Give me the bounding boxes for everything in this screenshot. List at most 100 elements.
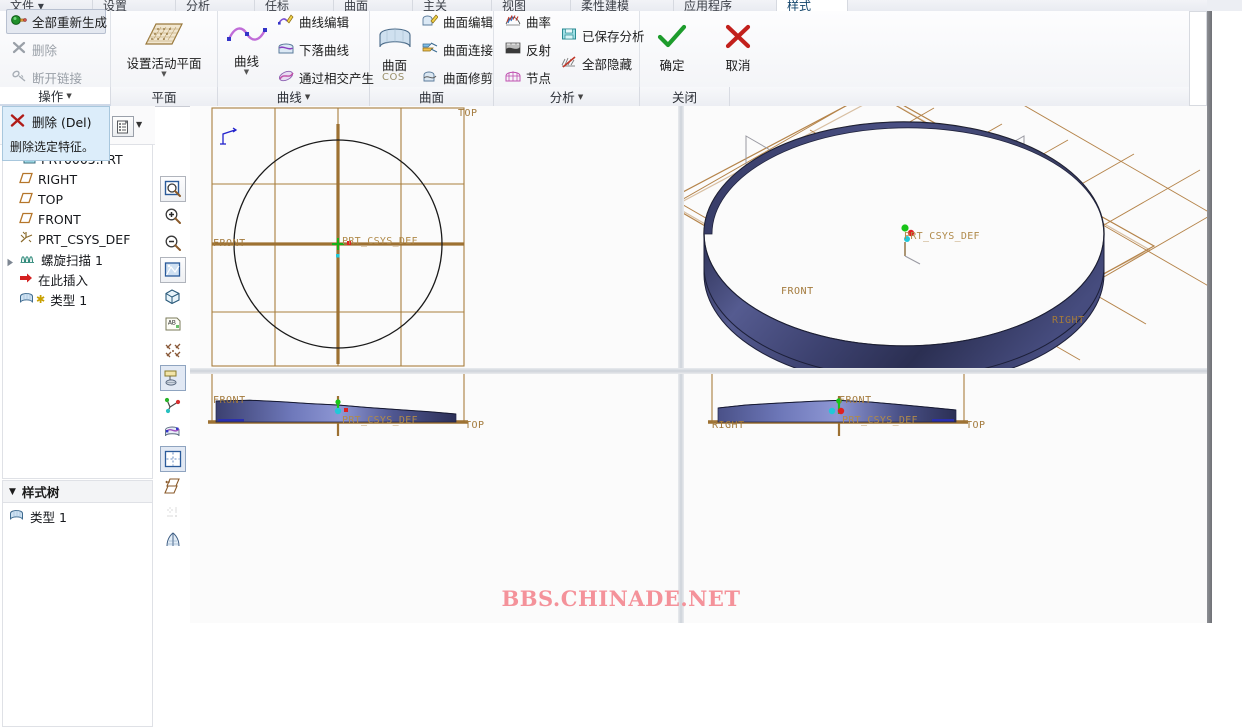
group-label-curve[interactable]: 曲线 ▼ bbox=[218, 87, 370, 106]
active-plane-toolbar-button[interactable] bbox=[160, 365, 186, 391]
style-tree-header[interactable]: ▼ 样式树 bbox=[2, 480, 153, 502]
break-link-icon bbox=[11, 69, 27, 85]
surface-mesh-button[interactable] bbox=[160, 527, 186, 553]
drop-curve-label: 下落曲线 bbox=[299, 42, 350, 58]
curve-display-button[interactable] bbox=[160, 419, 186, 445]
reflection-button[interactable]: 反射 bbox=[500, 37, 556, 62]
vertical-scrollbar[interactable] bbox=[1207, 0, 1212, 623]
chevron-down-icon[interactable]: ▼ bbox=[66, 92, 71, 100]
cancel-label: 取消 bbox=[725, 58, 751, 73]
regenerate-all-button[interactable]: 全部重新生成 bbox=[6, 8, 107, 34]
isometric-label-right: RIGHT bbox=[1052, 315, 1085, 326]
ribbon-toolbar: 全部重新生成 删除 断开链接 设置活动平面 ▼ 曲线 ▼ 曲线编辑 下落曲线 通… bbox=[0, 8, 1242, 90]
tooltip-body: 删除选定特征。 bbox=[10, 140, 95, 154]
surface-connect-label: 曲面连接 bbox=[443, 42, 494, 58]
annotation-display-button[interactable]: AB bbox=[160, 311, 186, 337]
repaint-button[interactable] bbox=[160, 257, 186, 283]
group-label-plane[interactable]: 平面 bbox=[111, 87, 218, 106]
viewport-top-view[interactable]: TOP FRONT PRT_CSYS_DEF bbox=[190, 106, 678, 368]
tree-row-helical-sweep[interactable]: 螺旋扫描 1 bbox=[3, 249, 152, 269]
front-view-label-csys: PRT_CSYS_DEF bbox=[342, 415, 418, 426]
set-active-plane-button[interactable]: 设置活动平面 ▼ bbox=[117, 21, 211, 78]
curve-by-intersect-icon bbox=[278, 69, 294, 86]
node-button[interactable]: 节点 bbox=[500, 65, 556, 90]
isometric-label-front: FRONT bbox=[781, 286, 814, 297]
curve-button[interactable]: 曲线 ▼ bbox=[224, 23, 269, 76]
tree-row-insert-here[interactable]: 在此插入 bbox=[3, 269, 152, 289]
ribbon-group-analysis: 曲率 反射 节点 已保存分析 全部隐藏 bbox=[494, 9, 645, 90]
viewport-isometric-view[interactable]: PRT_CSYS_DEF FRONT RIGHT bbox=[684, 106, 1207, 368]
curvature-button[interactable]: 曲率 bbox=[500, 9, 556, 34]
zoom-area-button[interactable] bbox=[160, 176, 186, 202]
tree-row-csys[interactable]: PRT_CSYS_DEF bbox=[3, 229, 152, 249]
tree-row-front-label: FRONT bbox=[38, 211, 81, 227]
reflection-label: 反射 bbox=[526, 42, 552, 58]
collapse-caret-icon[interactable]: ▼ bbox=[9, 487, 16, 497]
plane-offset-button[interactable] bbox=[160, 473, 186, 499]
menu-item-style[interactable]: 样式 bbox=[777, 0, 848, 11]
surface-connect-button[interactable]: 曲面连接 bbox=[417, 37, 493, 62]
tree-row-right-plane[interactable]: RIGHT bbox=[3, 169, 152, 189]
tree-settings-button[interactable] bbox=[112, 116, 134, 137]
graphics-area[interactable]: TOP FRONT PRT_CSYS_DEF PRT_CSYS_DEF FRON… bbox=[190, 106, 1207, 623]
surface-button[interactable]: 曲面 bbox=[376, 25, 413, 74]
menu-item-flexible-modeling[interactable]: 柔性建模 bbox=[571, 0, 674, 11]
group-label-analysis-text: 分析 bbox=[549, 90, 575, 105]
top-right-panel bbox=[1207, 0, 1242, 11]
set-active-plane-menu-arrow[interactable]: ▼ bbox=[161, 71, 166, 78]
group-label-close[interactable]: 关闭 bbox=[640, 87, 730, 106]
group-label-analysis[interactable]: 分析 ▼ bbox=[494, 87, 640, 106]
tooltip-title: 删除 (Del) bbox=[32, 115, 92, 130]
tree-settings-icon bbox=[117, 119, 129, 133]
model-tree-panel: ▼ PRT0005.PRT bbox=[0, 106, 155, 727]
curvature-label: 曲率 bbox=[526, 14, 552, 30]
ribbon-scroll-strip[interactable] bbox=[1189, 11, 1207, 106]
curve-by-intersect-button[interactable]: 通过相交产生 COS bbox=[273, 65, 404, 90]
display-style-button[interactable] bbox=[160, 284, 186, 310]
grid-display-button[interactable] bbox=[160, 446, 186, 472]
zoom-in-button[interactable] bbox=[160, 203, 186, 229]
tree-row-insert-here-label: 在此插入 bbox=[38, 272, 89, 288]
viewport-divider-vertical[interactable] bbox=[678, 106, 684, 623]
chevron-down-icon[interactable]: ▼ bbox=[305, 93, 310, 101]
tree-row-top-plane[interactable]: TOP bbox=[3, 189, 152, 209]
delete-button[interactable]: 删除 bbox=[6, 37, 106, 62]
surface-trim-button[interactable]: 曲面修剪 bbox=[417, 65, 493, 90]
csys-display-button[interactable] bbox=[160, 392, 186, 418]
group-label-filler bbox=[730, 87, 1242, 106]
active-plane-icon bbox=[144, 21, 184, 52]
curve-edit-button[interactable]: 曲线编辑 bbox=[273, 9, 363, 34]
isometric-label-csys: PRT_CSYS_DEF bbox=[904, 231, 980, 242]
menu-item-applications[interactable]: 应用程序 bbox=[674, 0, 777, 11]
tree-settings-caret-icon[interactable]: ▼ bbox=[136, 120, 142, 129]
menu-item-analysis[interactable]: 分析 bbox=[176, 0, 255, 11]
style-tree-row[interactable]: 类型 1 bbox=[3, 506, 152, 526]
display-style-icon bbox=[165, 289, 180, 305]
style-type-icon bbox=[9, 508, 25, 524]
saved-analysis-button[interactable]: 已保存分析 bbox=[556, 23, 645, 48]
creo-style-modeling-window: 文件 ▾ 设置 分析 任标 曲面 主关 视图 柔性建模 应用程序 样式 全部重新… bbox=[0, 0, 1242, 727]
surface-trim-label: 曲面修剪 bbox=[443, 70, 494, 86]
active-plane-toolbar-icon bbox=[164, 370, 177, 386]
curve-menu-arrow[interactable]: ▼ bbox=[244, 69, 249, 76]
right-view-label-right: RIGHT bbox=[712, 420, 745, 431]
group-label-operations[interactable]: 操作 ▼ bbox=[0, 87, 111, 106]
coordinate-system-icon bbox=[19, 231, 33, 247]
ribbon-group-labels: 操作 ▼ 平面 曲线 ▼ 曲面 分析 ▼ 关闭 bbox=[0, 87, 1242, 107]
surface-edit-button[interactable]: 曲面编辑 bbox=[417, 9, 493, 34]
tree-row-front-plane[interactable]: FRONT bbox=[3, 209, 152, 229]
confirm-button[interactable]: 确定 bbox=[650, 24, 694, 74]
datum-display-button[interactable] bbox=[160, 338, 186, 364]
drop-curve-button[interactable]: 下落曲线 bbox=[273, 37, 363, 62]
group-label-operations-text: 操作 bbox=[38, 89, 64, 104]
tree-row-style-type[interactable]: ✱ 类型 1 bbox=[3, 289, 152, 309]
cancel-button[interactable]: 取消 bbox=[716, 24, 760, 74]
viewport-divider-horizontal[interactable] bbox=[190, 368, 1207, 374]
tree-expander-icon[interactable] bbox=[6, 255, 15, 266]
zoom-out-button[interactable] bbox=[160, 230, 186, 256]
group-label-surface[interactable]: 曲面 bbox=[370, 87, 494, 106]
chevron-down-icon[interactable]: ▼ bbox=[578, 93, 583, 101]
delete-tooltip: 删除 (Del) 删除选定特征。 bbox=[2, 106, 110, 161]
hide-all-button[interactable]: 全部隐藏 bbox=[556, 51, 636, 76]
front-view-label-top: TOP bbox=[465, 420, 485, 431]
